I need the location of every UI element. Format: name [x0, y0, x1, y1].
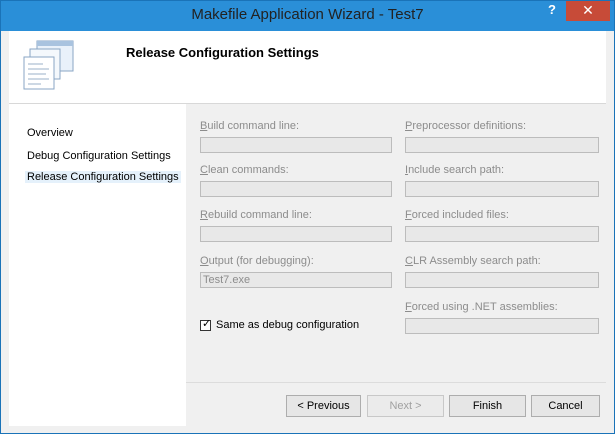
wizard-header: Release Configuration Settings: [9, 31, 606, 104]
close-button[interactable]: ✕: [566, 1, 610, 21]
preprocessor-field[interactable]: [405, 137, 599, 153]
wizard-nav: Overview Debug Configuration Settings Re…: [9, 104, 186, 426]
rebuild-command-field[interactable]: [200, 226, 392, 242]
checkmark-icon: ✓: [202, 318, 212, 330]
clean-commands-field[interactable]: [200, 181, 392, 197]
forced-net-label: Forced using .NET assemblies:: [405, 301, 558, 313]
next-button[interactable]: Next >: [367, 395, 444, 417]
settings-panel: Build command line: Clean commands: Rebu…: [186, 104, 606, 426]
preprocessor-label: Preprocessor definitions:: [405, 120, 527, 132]
help-button[interactable]: ?: [542, 1, 562, 21]
checkbox-box[interactable]: ✓: [200, 318, 212, 331]
cancel-button[interactable]: Cancel: [531, 395, 600, 417]
window-title: Makefile Application Wizard - Test7: [191, 6, 424, 23]
include-path-label: Include search path:: [405, 164, 505, 176]
rebuild-command-label: Rebuild command line:: [200, 209, 312, 221]
include-path-field[interactable]: [405, 181, 599, 197]
clr-assembly-label: CLR Assembly search path:: [405, 255, 541, 267]
nav-item-overview[interactable]: Overview: [27, 127, 73, 139]
build-command-label: Build command line:: [200, 120, 300, 132]
previous-button[interactable]: < Previous: [286, 395, 361, 417]
output-field[interactable]: Test7.exe: [200, 272, 392, 288]
nav-item-debug-config[interactable]: Debug Configuration Settings: [27, 150, 171, 162]
forced-net-field[interactable]: [405, 318, 599, 334]
finish-button[interactable]: Finish: [449, 395, 526, 417]
title-bar: Makefile Application Wizard - Test7 ? ✕: [1, 1, 614, 31]
page-title: Release Configuration Settings: [126, 45, 319, 60]
output-label: Output (for debugging):: [200, 255, 314, 267]
nav-item-release-config[interactable]: Release Configuration Settings: [25, 171, 181, 183]
clr-assembly-field[interactable]: [405, 272, 599, 288]
same-as-debug-label[interactable]: Same as debug configuration: [216, 319, 359, 331]
build-command-field[interactable]: [200, 137, 392, 153]
clean-commands-label: Clean commands:: [200, 164, 289, 176]
forced-included-field[interactable]: [405, 226, 599, 242]
wizard-window: Makefile Application Wizard - Test7 ? ✕ …: [0, 0, 615, 434]
wizard-pages-icon: [23, 40, 74, 90]
button-divider: [186, 382, 606, 383]
forced-included-label: Forced included files:: [405, 209, 509, 221]
